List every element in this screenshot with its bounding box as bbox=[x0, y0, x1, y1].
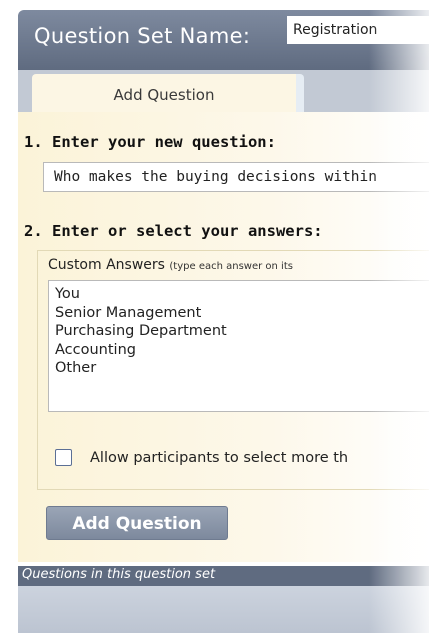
question-set-name-label: Question Set Name: bbox=[34, 24, 251, 48]
question-set-name-input[interactable] bbox=[287, 16, 429, 44]
step1-label: 1. Enter your new question: bbox=[24, 133, 276, 151]
question-set-editor: Question Set Name: Add Question 1. Enter… bbox=[0, 0, 429, 633]
custom-answers-textarea[interactable] bbox=[48, 280, 429, 412]
custom-answers-hint: (type each answer on its bbox=[169, 261, 293, 272]
custom-answers-label: Custom Answers bbox=[48, 257, 165, 273]
tab-add-question[interactable]: Add Question bbox=[32, 74, 304, 112]
questions-list-label: Questions in this question set bbox=[22, 567, 216, 582]
tab-bar: Add Question bbox=[18, 70, 429, 112]
questions-list bbox=[18, 586, 429, 633]
tab-add-question-label: Add Question bbox=[113, 86, 215, 104]
add-question-button[interactable]: Add Question bbox=[46, 506, 228, 540]
step2-label: 2. Enter or select your answers: bbox=[24, 222, 323, 240]
allow-multiple-checkbox[interactable] bbox=[55, 449, 72, 466]
question-input[interactable] bbox=[43, 162, 429, 192]
allow-multiple-label: Allow participants to select more th bbox=[90, 450, 349, 466]
custom-answers-caption: Custom Answers (type each answer on its bbox=[48, 257, 293, 273]
